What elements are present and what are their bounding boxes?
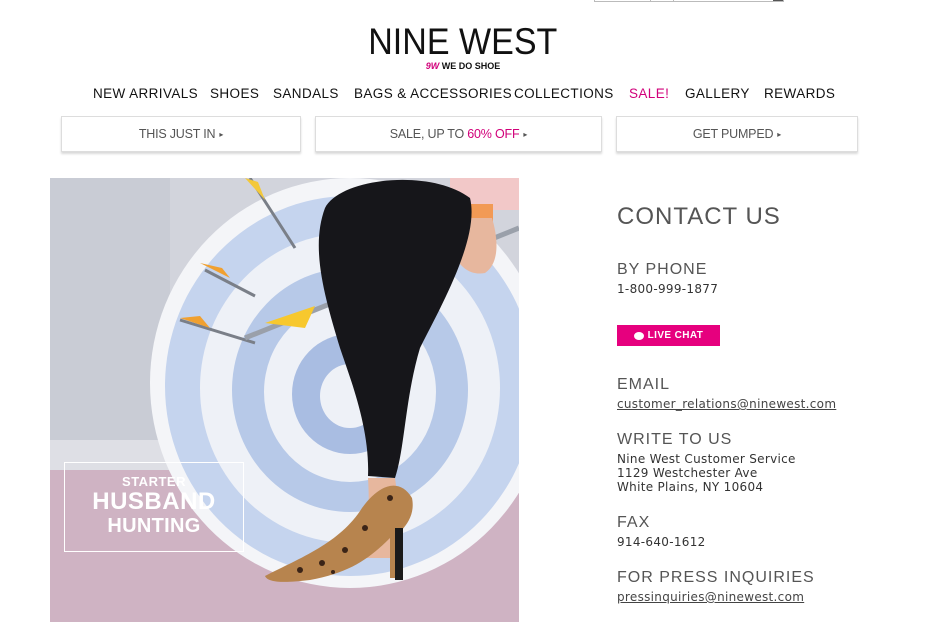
search-divider xyxy=(673,0,674,2)
fax-number: 914-640-1612 xyxy=(617,535,706,549)
nav-rewards[interactable]: REWARDS xyxy=(764,86,835,101)
caret-right-icon: ▸ xyxy=(219,129,224,139)
nav-gallery[interactable]: GALLERY xyxy=(685,86,750,101)
caret-right-icon: ▸ xyxy=(523,129,528,139)
phone-heading: BY PHONE xyxy=(617,261,708,278)
fax-heading: FAX xyxy=(617,514,651,531)
hero-caption-line1: STARTER xyxy=(122,474,186,489)
nav-new-arrivals[interactable]: NEW ARRIVALS xyxy=(93,86,198,101)
hero-caption-line2: HUSBAND xyxy=(92,488,216,515)
live-chat-button[interactable]: LIVE CHAT xyxy=(617,325,720,346)
address-line: Nine West Customer Service xyxy=(617,452,796,466)
logo-tagline: 9W WE DO SHOE xyxy=(0,61,926,71)
promo-label: SALE, UP TO xyxy=(389,127,468,141)
email-heading: EMAIL xyxy=(617,376,671,393)
phone-number: 1-800-999-1877 xyxy=(617,282,719,296)
search-bar[interactable] xyxy=(594,0,784,2)
press-heading: FOR PRESS INQUIRIES xyxy=(617,569,815,586)
caret-right-icon: ▸ xyxy=(777,129,782,139)
search-button[interactable] xyxy=(773,0,783,1)
promo-sale-highlight: 60% OFF xyxy=(467,127,520,141)
press-email-link[interactable]: pressinquiries@ninewest.com xyxy=(617,590,804,604)
hero-illustration xyxy=(50,178,519,622)
email-link[interactable]: customer_relations@ninewest.com xyxy=(617,397,836,411)
promo-sale-button[interactable]: SALE, UP TO 60% OFF ▸ xyxy=(315,116,602,152)
nav-shoes[interactable]: SHOES xyxy=(210,86,259,101)
page-title: CONTACT US xyxy=(617,203,781,230)
promo-this-just-in-button[interactable]: THIS JUST IN ▸ xyxy=(61,116,301,152)
logo[interactable]: NINE WEST xyxy=(0,22,926,62)
promo-label: THIS JUST IN xyxy=(138,127,216,141)
tagline-mark: 9W xyxy=(425,61,440,71)
promo-get-pumped-button[interactable]: GET PUMPED ▸ xyxy=(616,116,858,152)
nav-sale[interactable]: SALE! xyxy=(629,86,669,101)
address-line: White Plains, NY 10604 xyxy=(617,480,764,494)
live-chat-label: LIVE CHAT xyxy=(647,330,704,341)
write-heading: WRITE TO US xyxy=(617,431,733,448)
logo-wordmark: NINE WEST xyxy=(368,21,558,62)
main-nav: NEW ARRIVALS SHOES SANDALS BAGS & ACCESS… xyxy=(0,86,926,104)
hero-caption[interactable]: STARTER HUSBAND HUNTING xyxy=(64,462,244,552)
chat-bubble-icon xyxy=(633,331,644,340)
tagline-text: WE DO SHOE xyxy=(441,61,501,71)
hero-caption-line3: HUNTING xyxy=(107,515,201,537)
promo-label: GET PUMPED xyxy=(692,127,774,141)
nav-bags-accessories[interactable]: BAGS & ACCESSORIES xyxy=(354,86,512,101)
hero-image[interactable] xyxy=(50,178,519,622)
address-line: 1129 Westchester Ave xyxy=(617,466,758,480)
search-divider xyxy=(650,0,651,2)
nav-collections[interactable]: COLLECTIONS xyxy=(514,86,614,101)
nav-sandals[interactable]: SANDALS xyxy=(273,86,339,101)
